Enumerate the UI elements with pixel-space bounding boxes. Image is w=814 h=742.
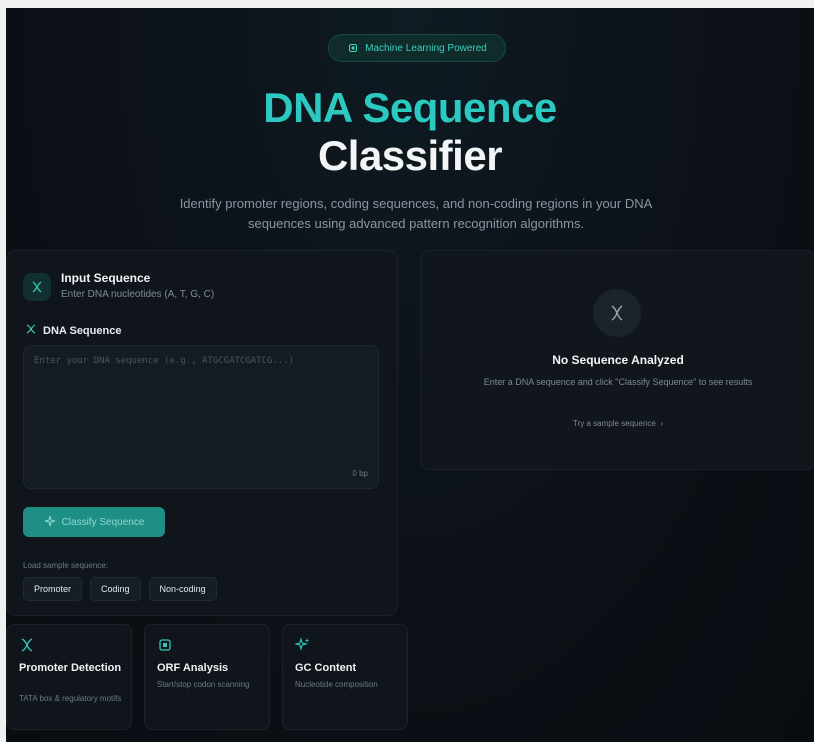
page-title-primary: DNA Sequence [263,84,557,131]
sparkles-icon [44,515,56,530]
dna-icon [23,273,51,301]
feature-description: Start/stop codon scanning [157,680,250,689]
sequence-input[interactable] [24,346,378,488]
ml-badge: Machine Learning Powered [328,34,506,62]
feature-cards: Promoter Detection TATA box & regulatory… [6,624,408,732]
dna-icon [19,637,35,653]
feature-description: Nucleotide composition [295,680,378,689]
dna-icon [25,323,37,338]
dna-icon [593,289,641,337]
page-subtitle: Identify promoter regions, coding sequen… [179,196,653,231]
empty-state-description: Enter a DNA sequence and click "Classify… [483,377,753,387]
sequence-input-container: 0 bp [23,345,379,489]
cpu-icon [347,42,359,54]
sample-noncoding-button[interactable]: Non-coding [148,577,217,601]
cpu-icon [157,637,173,653]
feature-title: GC Content [295,662,357,674]
dna-sequence-label: DNA Sequence [25,323,121,338]
sample-buttons: Promoter Coding Non-coding [23,577,217,601]
feature-title: ORF Analysis [157,662,229,674]
try-sample-link[interactable]: Try a sample sequence › [421,419,814,428]
load-sample-label: Load sample sequence: [23,561,108,570]
empty-state-title: No Sequence Analyzed [552,353,684,367]
sample-promoter-button[interactable]: Promoter [23,577,83,601]
feature-card-gc: GC Content Nucleotide composition [282,624,408,730]
feature-card-orf: ORF Analysis Start/stop codon scanning [144,624,270,730]
feature-title: Promoter Detection [19,662,122,674]
feature-card-promoter: Promoter Detection TATA box & regulatory… [6,624,132,730]
sample-coding-button[interactable]: Coding [90,577,141,601]
badge-label: Machine Learning Powered [365,42,487,54]
sparkles-icon [293,637,311,653]
result-panel: No Sequence Analyzed Enter a DNA sequenc… [420,250,814,470]
input-panel-title: Input Sequence [61,271,151,285]
classify-sequence-button[interactable]: Classify Sequence [23,507,165,537]
page-title-secondary: Classifier [317,132,503,179]
app-frame: Machine Learning Powered DNA Sequence Cl… [6,8,814,742]
chevron-right-icon: › [658,419,663,428]
classify-button-label: Classify Sequence [61,516,145,528]
feature-description: TATA box & regulatory motifs [19,694,122,703]
input-panel-subtitle: Enter DNA nucleotides (A, T, G, C) [61,289,215,300]
input-panel: Input Sequence Enter DNA nucleotides (A,… [6,250,398,616]
bp-count: 0 bp [352,469,368,478]
